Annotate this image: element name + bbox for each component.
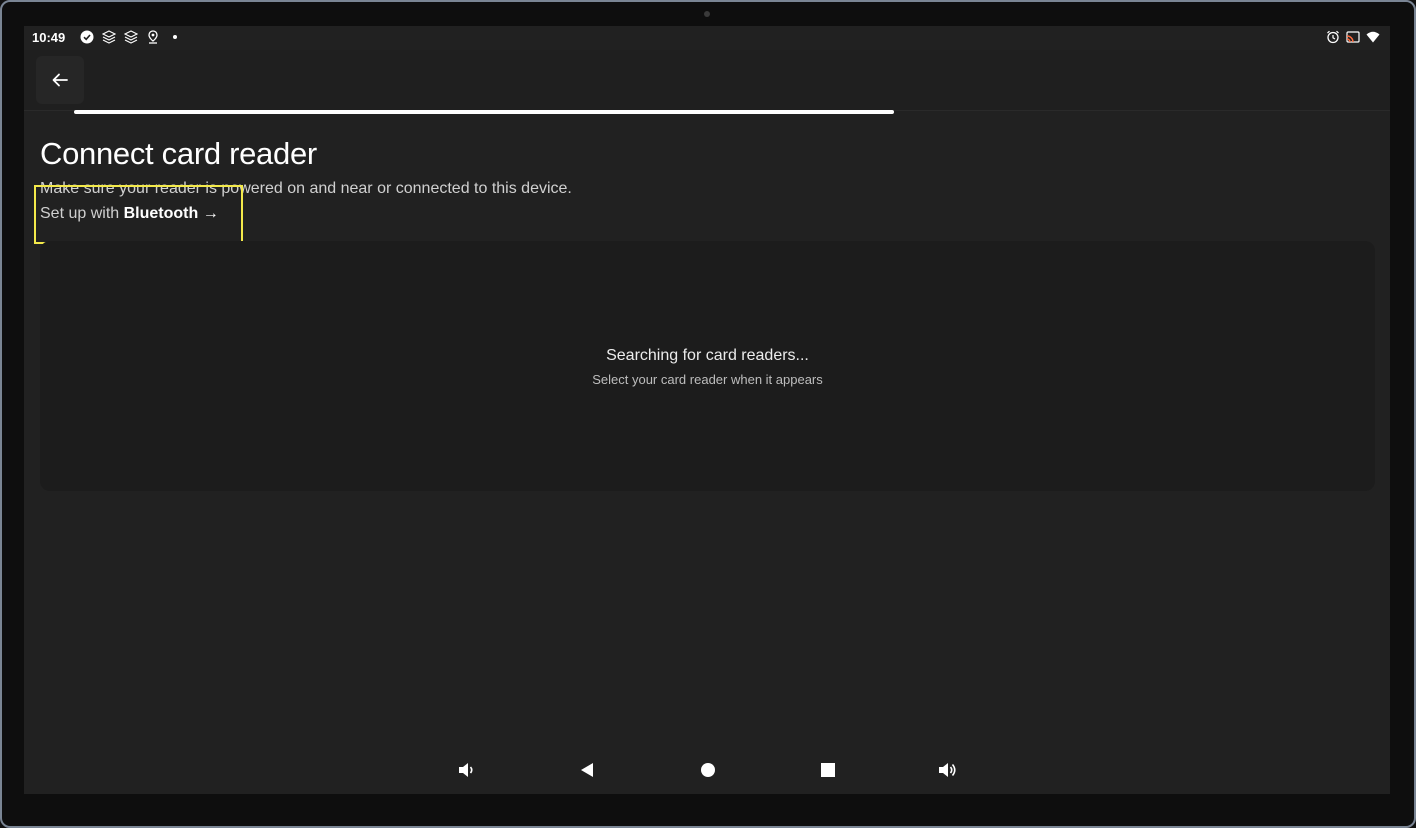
- location-pin-icon: [148, 30, 158, 44]
- layers-icon: [102, 30, 116, 44]
- searching-title: Searching for card readers...: [606, 347, 809, 364]
- arrow-left-icon: [52, 73, 68, 87]
- status-icons-left: [80, 30, 182, 44]
- system-nav-bar: [24, 746, 1390, 794]
- app-bar: [24, 50, 1390, 111]
- nav-home-button[interactable]: [696, 758, 720, 782]
- check-circle-icon: [80, 30, 94, 44]
- progress-bar: [74, 110, 894, 114]
- home-circle-icon: [701, 763, 715, 777]
- searching-subtitle: Select your card reader when it appears: [592, 372, 823, 387]
- nav-back-button[interactable]: [575, 758, 599, 782]
- reader-search-card: Searching for card readers... Select you…: [40, 241, 1375, 491]
- cast-icon: [1346, 31, 1360, 43]
- volume-down-icon: [459, 763, 473, 777]
- highlight-box: [34, 185, 243, 244]
- front-camera: [704, 11, 710, 17]
- recents-square-icon: [821, 763, 835, 777]
- dot-icon: [173, 35, 177, 39]
- back-button[interactable]: [36, 56, 84, 104]
- status-bar: 10:49: [24, 26, 1390, 50]
- back-triangle-icon: [581, 763, 593, 777]
- page-title: Connect card reader: [40, 136, 317, 171]
- device-screen: 10:49 Connect card reader Make sure your…: [24, 26, 1390, 794]
- nav-recents-button[interactable]: [816, 758, 840, 782]
- volume-down-button[interactable]: [455, 758, 479, 782]
- volume-up-button[interactable]: [936, 758, 960, 782]
- volume-up-icon: [939, 763, 956, 777]
- layers-icon: [124, 30, 138, 44]
- alarm-icon: [1327, 30, 1339, 44]
- wifi-icon: [1366, 31, 1380, 43]
- status-icons-right: [1326, 30, 1380, 44]
- status-time: 10:49: [32, 30, 66, 45]
